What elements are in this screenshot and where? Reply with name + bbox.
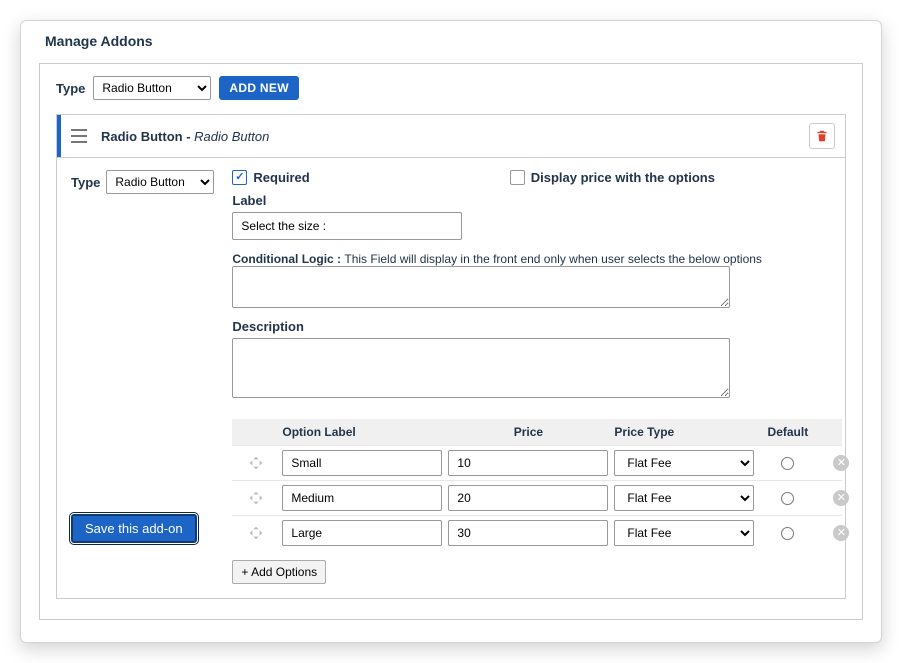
inner-type-select[interactable]: Radio Button (106, 170, 214, 194)
addon-item-header[interactable]: Radio Button - Radio Button (57, 115, 845, 157)
label-input[interactable] (232, 212, 462, 240)
col-option-label: Option Label (282, 425, 442, 439)
page-title: Manage Addons (45, 33, 863, 49)
inner-type-label: Type (71, 175, 100, 190)
option-remove-button[interactable]: ✕ (833, 455, 849, 471)
description-label: Description (232, 319, 842, 334)
drag-handle-icon[interactable] (247, 454, 265, 472)
required-checkbox[interactable]: ✓ (232, 170, 247, 185)
option-label-input[interactable] (282, 450, 442, 476)
addons-container: Type Radio Button ADD NEW Radio Button -… (39, 63, 863, 620)
addon-item: Radio Button - Radio Button Type Radio B… (56, 114, 846, 599)
conditional-logic-label: Conditional Logic : (232, 252, 344, 266)
option-row: Flat Fee ✕ (232, 480, 842, 515)
option-price-input[interactable] (448, 520, 608, 546)
add-new-button[interactable]: ADD NEW (219, 76, 298, 100)
delete-addon-button[interactable] (809, 123, 835, 149)
option-default-radio[interactable] (781, 492, 794, 505)
conditional-logic-input[interactable] (232, 266, 730, 308)
manage-addons-panel: Manage Addons Type Radio Button ADD NEW … (20, 20, 882, 643)
col-default: Default (760, 425, 815, 439)
option-price-type-select[interactable]: Flat Fee (614, 450, 754, 476)
description-input[interactable] (232, 338, 730, 398)
label-field-label: Label (232, 193, 842, 208)
option-price-type-select[interactable]: Flat Fee (614, 485, 754, 511)
option-price-type-select[interactable]: Flat Fee (614, 520, 754, 546)
add-options-button[interactable]: + Add Options (232, 560, 326, 584)
drag-handle-icon[interactable] (247, 489, 265, 507)
option-remove-button[interactable]: ✕ (833, 490, 849, 506)
save-addon-button[interactable]: Save this add-on (71, 514, 197, 543)
option-price-input[interactable] (448, 485, 608, 511)
drag-handle-icon[interactable] (247, 524, 265, 542)
option-row: Flat Fee ✕ (232, 515, 842, 550)
type-select[interactable]: Radio Button (93, 76, 211, 100)
options-table: Option Label Price Price Type Default Fl… (232, 419, 842, 550)
display-price-label: Display price with the options (531, 170, 715, 185)
option-remove-button[interactable]: ✕ (833, 525, 849, 541)
option-label-input[interactable] (282, 520, 442, 546)
reorder-handle-icon[interactable] (71, 129, 87, 143)
addon-item-title: Radio Button - Radio Button (101, 129, 269, 144)
trash-icon (815, 129, 829, 143)
type-label: Type (56, 81, 85, 96)
col-price: Price (448, 425, 608, 439)
col-price-type: Price Type (614, 425, 754, 439)
display-price-checkbox[interactable] (510, 170, 525, 185)
option-default-radio[interactable] (781, 527, 794, 540)
required-label: Required (253, 170, 309, 185)
option-row: Flat Fee ✕ (232, 445, 842, 480)
option-label-input[interactable] (282, 485, 442, 511)
option-default-radio[interactable] (781, 457, 794, 470)
option-price-input[interactable] (448, 450, 608, 476)
